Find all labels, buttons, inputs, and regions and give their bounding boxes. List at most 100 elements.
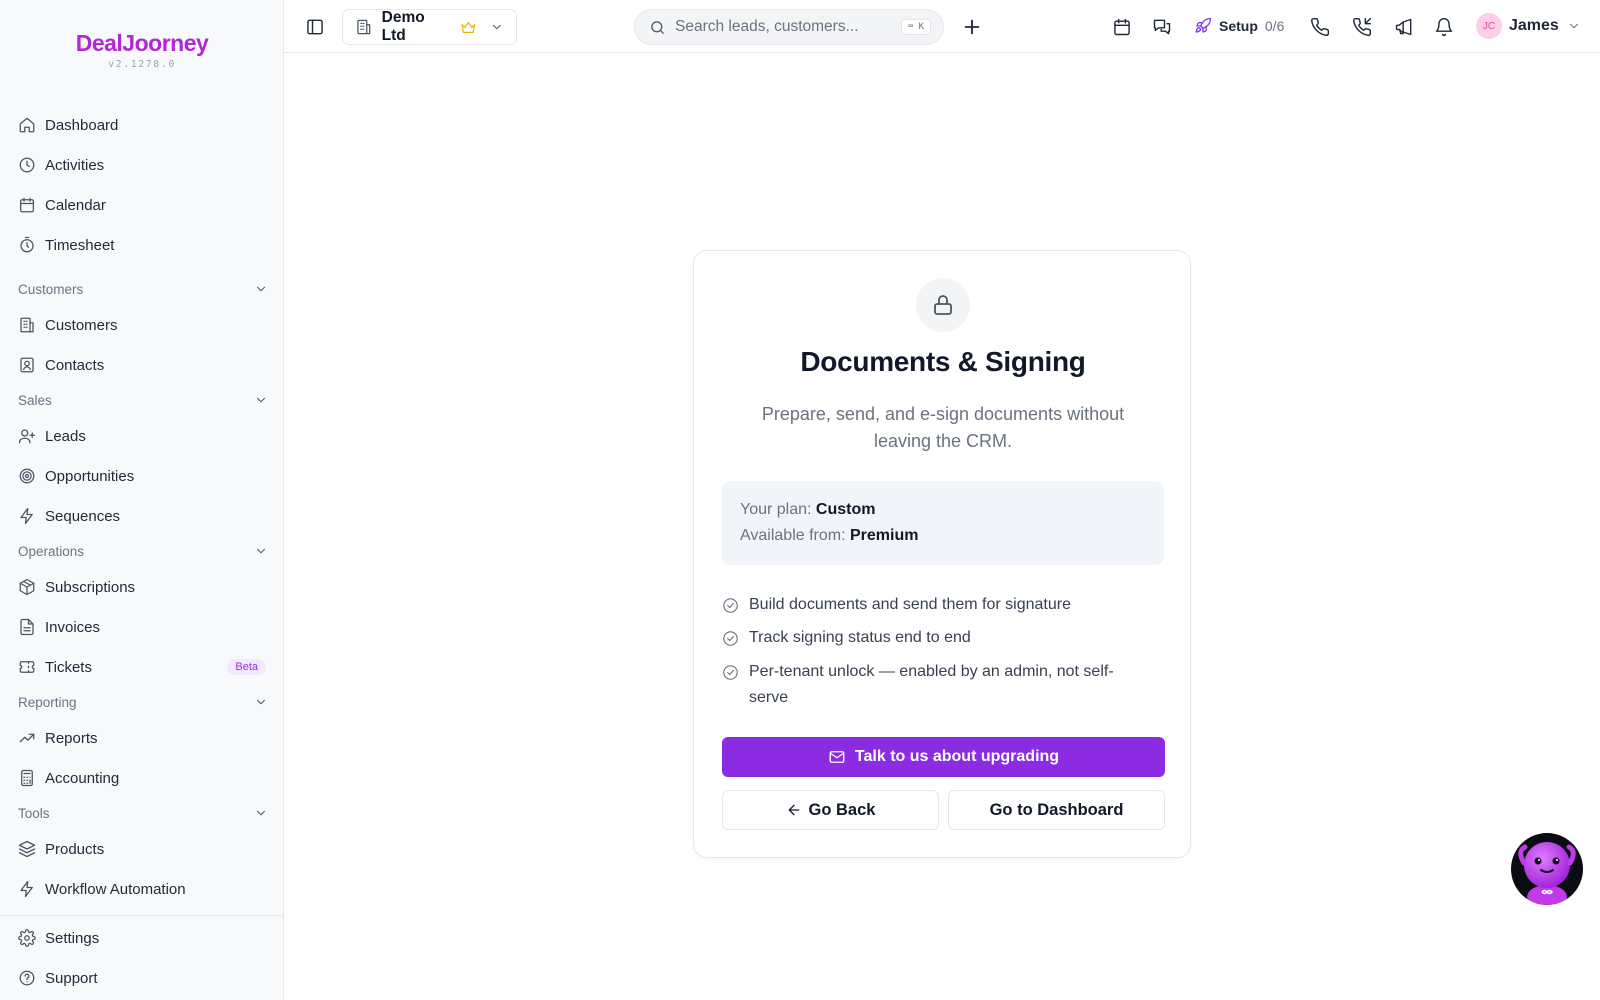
available-plan-label: Available from: (740, 527, 846, 544)
document-icon (18, 618, 36, 636)
go-to-dashboard-button[interactable]: Go to Dashboard (948, 790, 1165, 830)
section-sales[interactable]: Sales (18, 389, 268, 411)
sidebar-item-sequences[interactable]: Sequences (8, 498, 276, 534)
section-label: Customers (18, 281, 84, 297)
sidebar-item-reports[interactable]: Reports (8, 720, 276, 756)
global-search[interactable]: ⌨ K (634, 9, 944, 45)
go-to-dashboard-label: Go to Dashboard (989, 800, 1124, 819)
setup-progress[interactable]: Setup 0/6 (1194, 14, 1284, 38)
search-input[interactable] (675, 18, 875, 36)
announcements-button[interactable] (1392, 15, 1416, 39)
section-reporting[interactable]: Reporting (18, 691, 268, 713)
calendar-icon (18, 196, 36, 214)
clock-icon (18, 156, 36, 174)
sidebar-item-label: Support (45, 969, 98, 987)
upgrade-card: Documents & Signing Prepare, send, and e… (693, 250, 1191, 858)
megaphone-icon (1395, 18, 1412, 36)
sidebar-item-label: Opportunities (45, 467, 135, 485)
upgrade-contact-button[interactable]: Talk to us about upgrading (722, 737, 1165, 777)
page-title: Documents & Signing (800, 346, 1086, 377)
bell-icon (1435, 18, 1453, 37)
company-switcher[interactable]: Demo Ltd (342, 9, 517, 45)
phone-button[interactable] (1308, 15, 1332, 39)
available-plan-line: Available from: Premium (740, 523, 1146, 549)
help-circle-icon (18, 969, 36, 987)
plus-icon (964, 19, 980, 35)
sidebar-item-label: Calendar (45, 196, 106, 214)
current-plan-line: Your plan: Custom (740, 497, 1146, 523)
sidebar-item-dashboard[interactable]: Dashboard (8, 107, 276, 143)
section-tools[interactable]: Tools (18, 802, 268, 824)
brand-logo[interactable]: DealJoorney v2.1278.0 (0, 30, 284, 70)
notifications-button[interactable] (1432, 15, 1456, 39)
incoming-call-button[interactable] (1350, 15, 1374, 39)
package-icon (18, 578, 36, 596)
sidebar-item-settings[interactable]: Settings (8, 920, 276, 956)
sidebar-item-opportunities[interactable]: Opportunities (8, 458, 276, 494)
available-plan-value: Premium (849, 527, 919, 544)
sidebar-item-customers[interactable]: Customers (8, 307, 276, 343)
section-label: Sales (18, 392, 52, 408)
layers-icon (18, 840, 36, 858)
sidebar-item-products[interactable]: Products (8, 831, 276, 867)
sidebar-item-timesheet[interactable]: Timesheet (8, 227, 276, 263)
section-label: Tools (18, 805, 50, 821)
search-shortcut: ⌨ K (900, 19, 931, 35)
sidebar-item-label: Sequences (45, 507, 121, 525)
section-label: Operations (18, 543, 85, 559)
upgrade-contact-label: Talk to us about upgrading (854, 748, 1060, 765)
user-name: James (1509, 17, 1559, 34)
app-version: v2.1278.0 (108, 59, 176, 70)
trend-icon (18, 729, 36, 747)
lock-badge (916, 278, 970, 332)
company-name: Demo Ltd (381, 9, 425, 44)
sidebar-item-label: Settings (45, 929, 100, 947)
sidebar-item-invoices[interactable]: Invoices (8, 609, 276, 645)
sidebar-toggle-button[interactable] (304, 16, 326, 38)
sidebar-item-support[interactable]: Support (8, 960, 276, 996)
home-icon (18, 116, 36, 134)
section-customers[interactable]: Customers (18, 278, 268, 300)
sidebar-item-calendar[interactable]: Calendar (8, 187, 276, 223)
sidebar-item-workflow-automation[interactable]: Workflow Automation (8, 871, 276, 907)
bot-mascot-icon (1518, 842, 1576, 905)
sidebar-item-label: Customers (45, 316, 118, 334)
plan-info-box: Your plan: Custom Available from: Premiu… (722, 481, 1164, 565)
chat-bubbles-icon (1153, 19, 1171, 35)
setup-count: 0/6 (1264, 18, 1285, 34)
section-operations[interactable]: Operations (18, 540, 268, 562)
go-back-button[interactable]: Go Back (722, 790, 939, 830)
bolt-icon (18, 507, 36, 525)
user-menu[interactable]: JC James (1476, 12, 1581, 40)
sidebar-item-leads[interactable]: Leads (8, 418, 276, 454)
feature-text: Track signing status end to end (749, 629, 971, 646)
brand-name: DealJoorney (75, 30, 209, 56)
feature-text: Build documents and send them for signat… (749, 596, 1071, 613)
feature-text: Per-tenant unlock — enabled by an admin,… (749, 663, 1114, 706)
sidebar-item-subscriptions[interactable]: Subscriptions (8, 569, 276, 605)
phone-icon (1311, 17, 1330, 36)
sidebar-item-contacts[interactable]: Contacts (8, 347, 276, 383)
messages-button[interactable] (1150, 15, 1174, 39)
feature-item: Track signing status end to end (722, 628, 1162, 651)
mail-icon (829, 751, 845, 763)
sidebar-item-tickets[interactable]: Tickets Beta (8, 649, 276, 685)
feature-description: Prepare, send, and e-sign documents with… (761, 404, 1125, 451)
bolt-icon (18, 880, 36, 898)
chevron-down-icon (256, 810, 266, 816)
assistant-bot-button[interactable] (1511, 833, 1583, 905)
sidebar-item-accounting[interactable]: Accounting (8, 760, 276, 796)
add-button[interactable] (960, 15, 984, 39)
sidebar-item-activities[interactable]: Activities (8, 147, 276, 183)
chevron-down-icon (256, 699, 266, 705)
calculator-icon (18, 769, 36, 787)
contact-card-icon (18, 356, 36, 374)
sidebar: DealJoorney v2.1278.0 Dashboard Activiti… (0, 0, 284, 1000)
feature-item: Build documents and send them for signat… (722, 595, 1162, 618)
chevron-down-icon (256, 286, 266, 292)
building-icon (18, 316, 36, 334)
sidebar-item-label: Leads (45, 427, 86, 445)
check-circle-icon (723, 598, 738, 613)
calendar-button[interactable] (1110, 15, 1134, 39)
section-label: Reporting (18, 694, 77, 710)
